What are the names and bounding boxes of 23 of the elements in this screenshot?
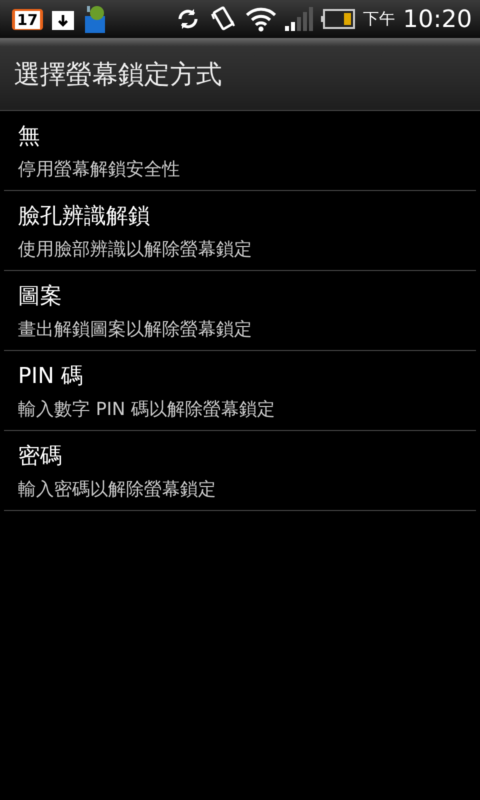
option-title: PIN 碼 (18, 362, 84, 390)
option-summary: 停用螢幕解鎖安全性 (18, 158, 181, 180)
option-title: 臉孔辨識解鎖 (18, 202, 151, 230)
list-item[interactable]: 密碼 輸入密碼以解除螢幕鎖定 (4, 431, 476, 511)
list-item[interactable]: PIN 碼 輸入數字 PIN 碼以解除螢幕鎖定 (4, 351, 476, 431)
calendar-icon: 17 (12, 8, 43, 30)
option-title: 無 (18, 122, 41, 150)
list-item[interactable]: 圖案 畫出解鎖圖案以解除螢幕鎖定 (4, 271, 476, 351)
list-item[interactable]: 無 停用螢幕解鎖安全性 (4, 111, 476, 191)
option-summary: 輸入數字 PIN 碼以解除螢幕鎖定 (18, 398, 276, 420)
time-period: 下午 (362, 8, 395, 30)
wifi-icon (244, 6, 277, 32)
option-summary: 輸入密碼以解除螢幕鎖定 (18, 478, 217, 500)
option-summary: 畫出解鎖圖案以解除螢幕鎖定 (18, 318, 253, 340)
option-title: 密碼 (18, 442, 63, 470)
signal-icon (284, 7, 313, 31)
vibrate-icon (208, 6, 237, 32)
screen-title: 選擇螢幕鎖定方式 (14, 58, 222, 92)
option-summary: 使用臉部辨識以解除螢幕鎖定 (18, 238, 253, 260)
list-item[interactable]: 臉孔辨識解鎖 使用臉部辨識以解除螢幕鎖定 (4, 191, 476, 271)
battery-icon (320, 9, 355, 29)
clock: 10:20 (402, 5, 472, 33)
option-title: 圖案 (18, 282, 63, 310)
